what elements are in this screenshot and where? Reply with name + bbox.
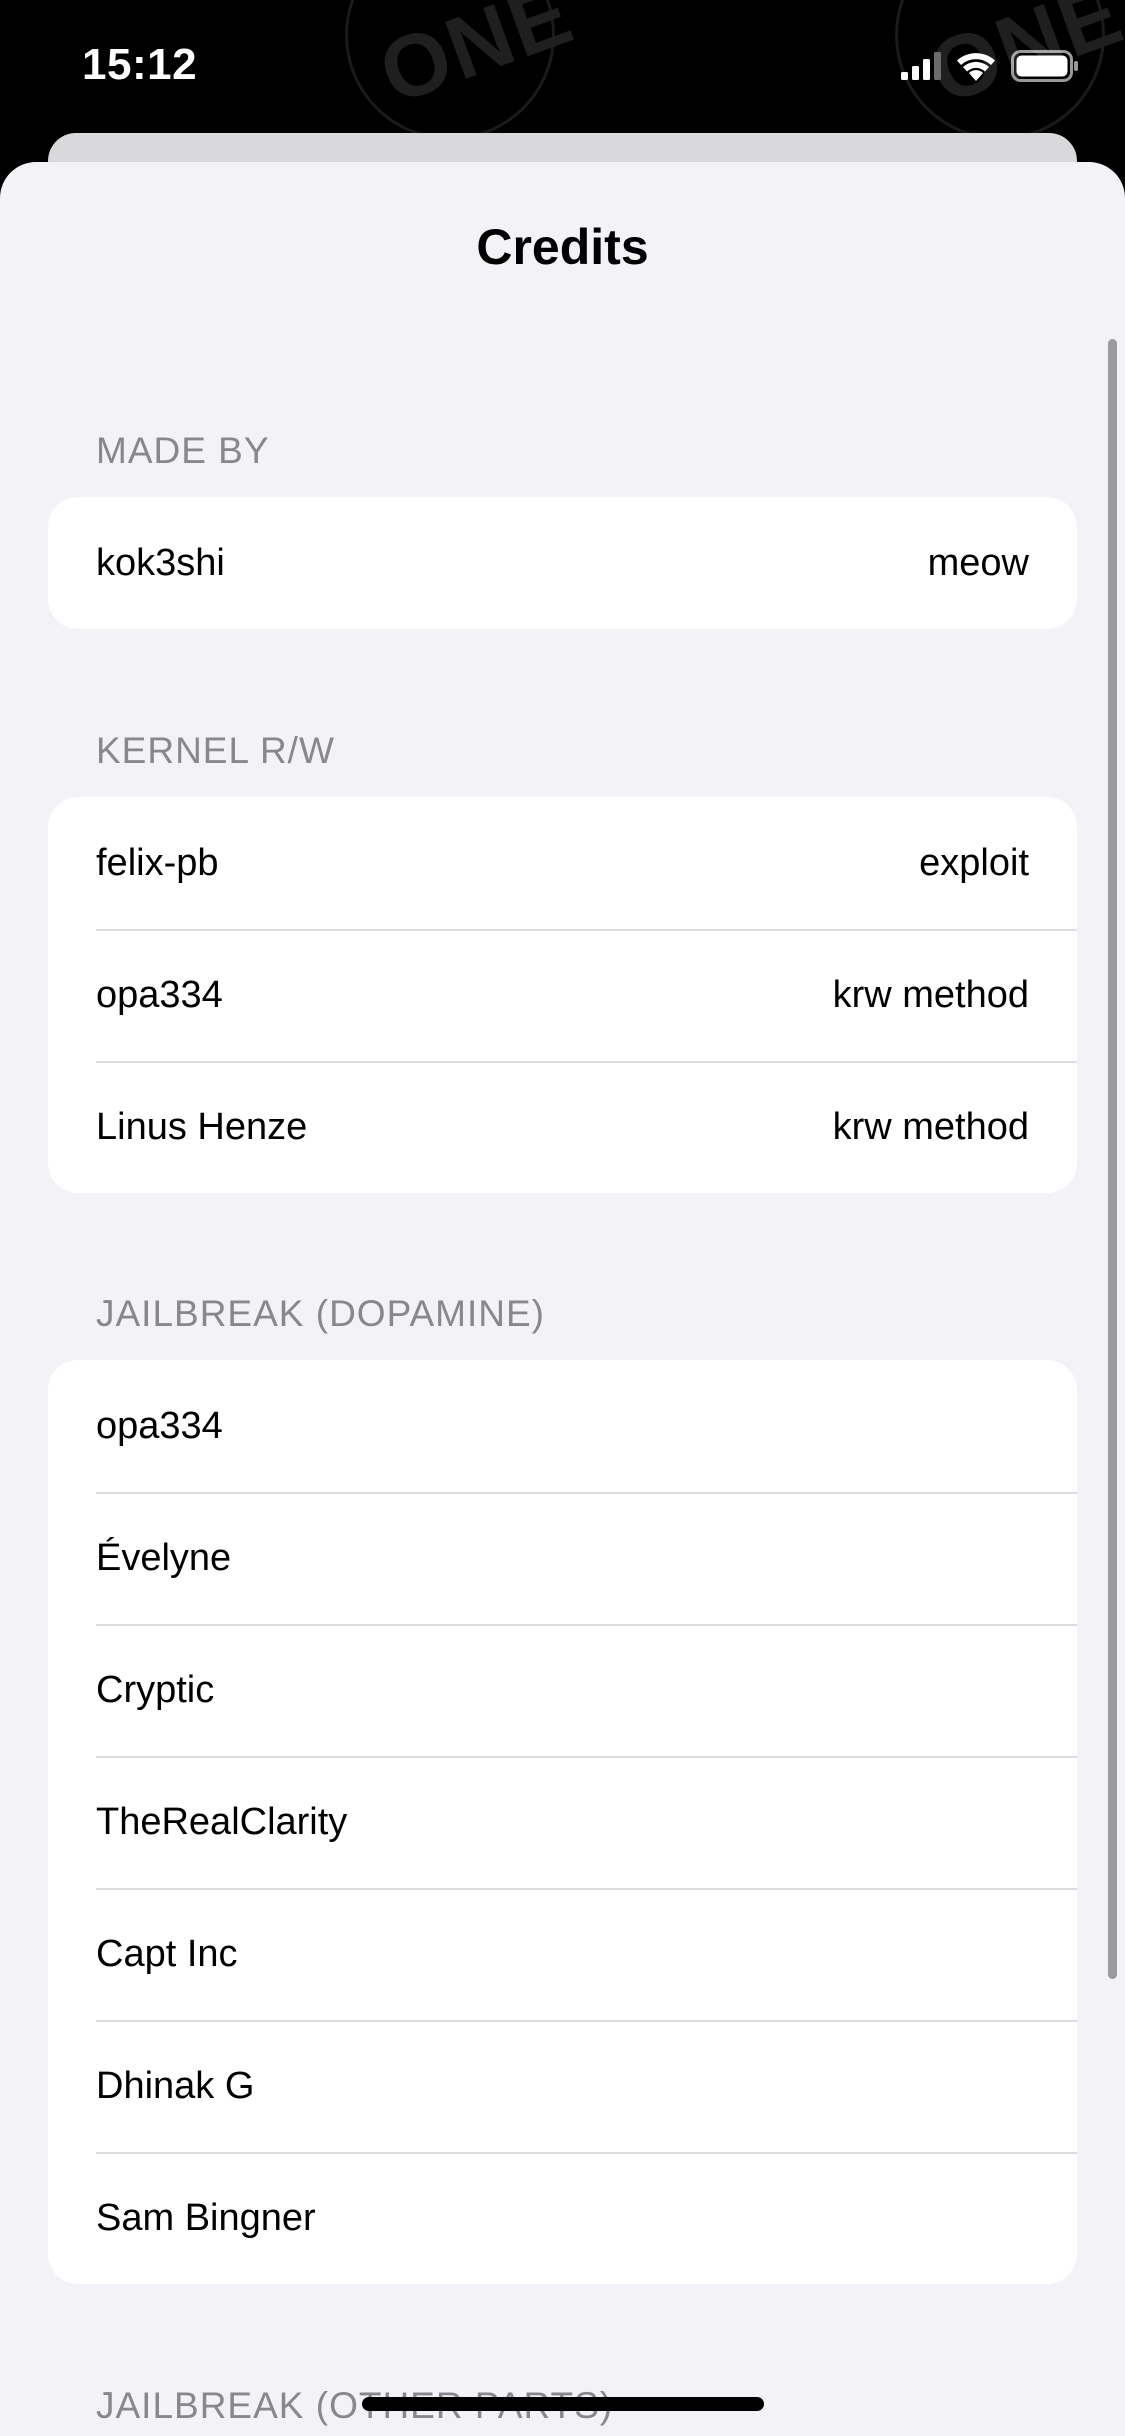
list-item: Dhinak G [48, 2020, 1077, 2152]
list-item: Évelyne [48, 1492, 1077, 1624]
section-header-kernel-rw: KERNEL R/W [96, 730, 335, 771]
credit-role: krw method [832, 973, 1029, 1016]
wifi-icon [955, 50, 997, 87]
credit-role: krw method [832, 1105, 1029, 1148]
section-header-jailbreak-dopamine: JAILBREAK (DOPAMINE) [96, 1293, 546, 1334]
kernel-rw-group: felix-pb exploit opa334 krw method Linus… [48, 797, 1077, 1193]
credit-role: exploit [919, 841, 1029, 884]
credit-name: Cryptic [96, 1668, 215, 1711]
section-header-made-by: MADE BY [96, 430, 270, 471]
screen: ONE ONE 15:12 Credits MADE BY kok3shi me… [0, 0, 1125, 2436]
list-item: opa334 [48, 1360, 1077, 1492]
list-item: felix-pb exploit [48, 797, 1077, 929]
credit-name: opa334 [96, 1404, 223, 1447]
list-item: Linus Henze krw method [48, 1061, 1077, 1193]
credit-name: Linus Henze [96, 1105, 308, 1148]
credit-name: felix-pb [96, 841, 219, 884]
credit-name: Évelyne [96, 1536, 232, 1579]
credit-name: TheRealClarity [96, 1800, 348, 1843]
battery-icon [1011, 50, 1079, 87]
page-title: Credits [476, 219, 649, 275]
credit-name: opa334 [96, 973, 223, 1016]
credit-name: Dhinak G [96, 2064, 255, 2107]
credit-name: Sam Bingner [96, 2196, 316, 2239]
list-item: Capt Inc [48, 1888, 1077, 2020]
credits-sheet[interactable]: Credits MADE BY kok3shi meow KERNEL R/W … [0, 162, 1125, 2436]
list-item: opa334 krw method [48, 929, 1077, 1061]
status-time: 15:12 [82, 40, 198, 89]
list-item: kok3shi meow [48, 497, 1077, 629]
list-item: Cryptic [48, 1624, 1077, 1756]
credit-role: meow [927, 541, 1029, 584]
list-item: Sam Bingner [48, 2152, 1077, 2284]
credit-name: Capt Inc [96, 1932, 238, 1975]
status-icons [901, 50, 1079, 87]
made-by-group: kok3shi meow [48, 497, 1077, 629]
list-item: TheRealClarity [48, 1756, 1077, 1888]
scroll-indicator[interactable] [1108, 339, 1117, 1979]
status-bar: 15:12 [0, 0, 1125, 135]
home-indicator[interactable] [362, 2397, 764, 2411]
jailbreak-dopamine-group: opa334 Évelyne Cryptic TheRealClarity Ca… [48, 1360, 1077, 2284]
cellular-signal-icon [901, 52, 941, 85]
credit-name: kok3shi [96, 541, 225, 584]
